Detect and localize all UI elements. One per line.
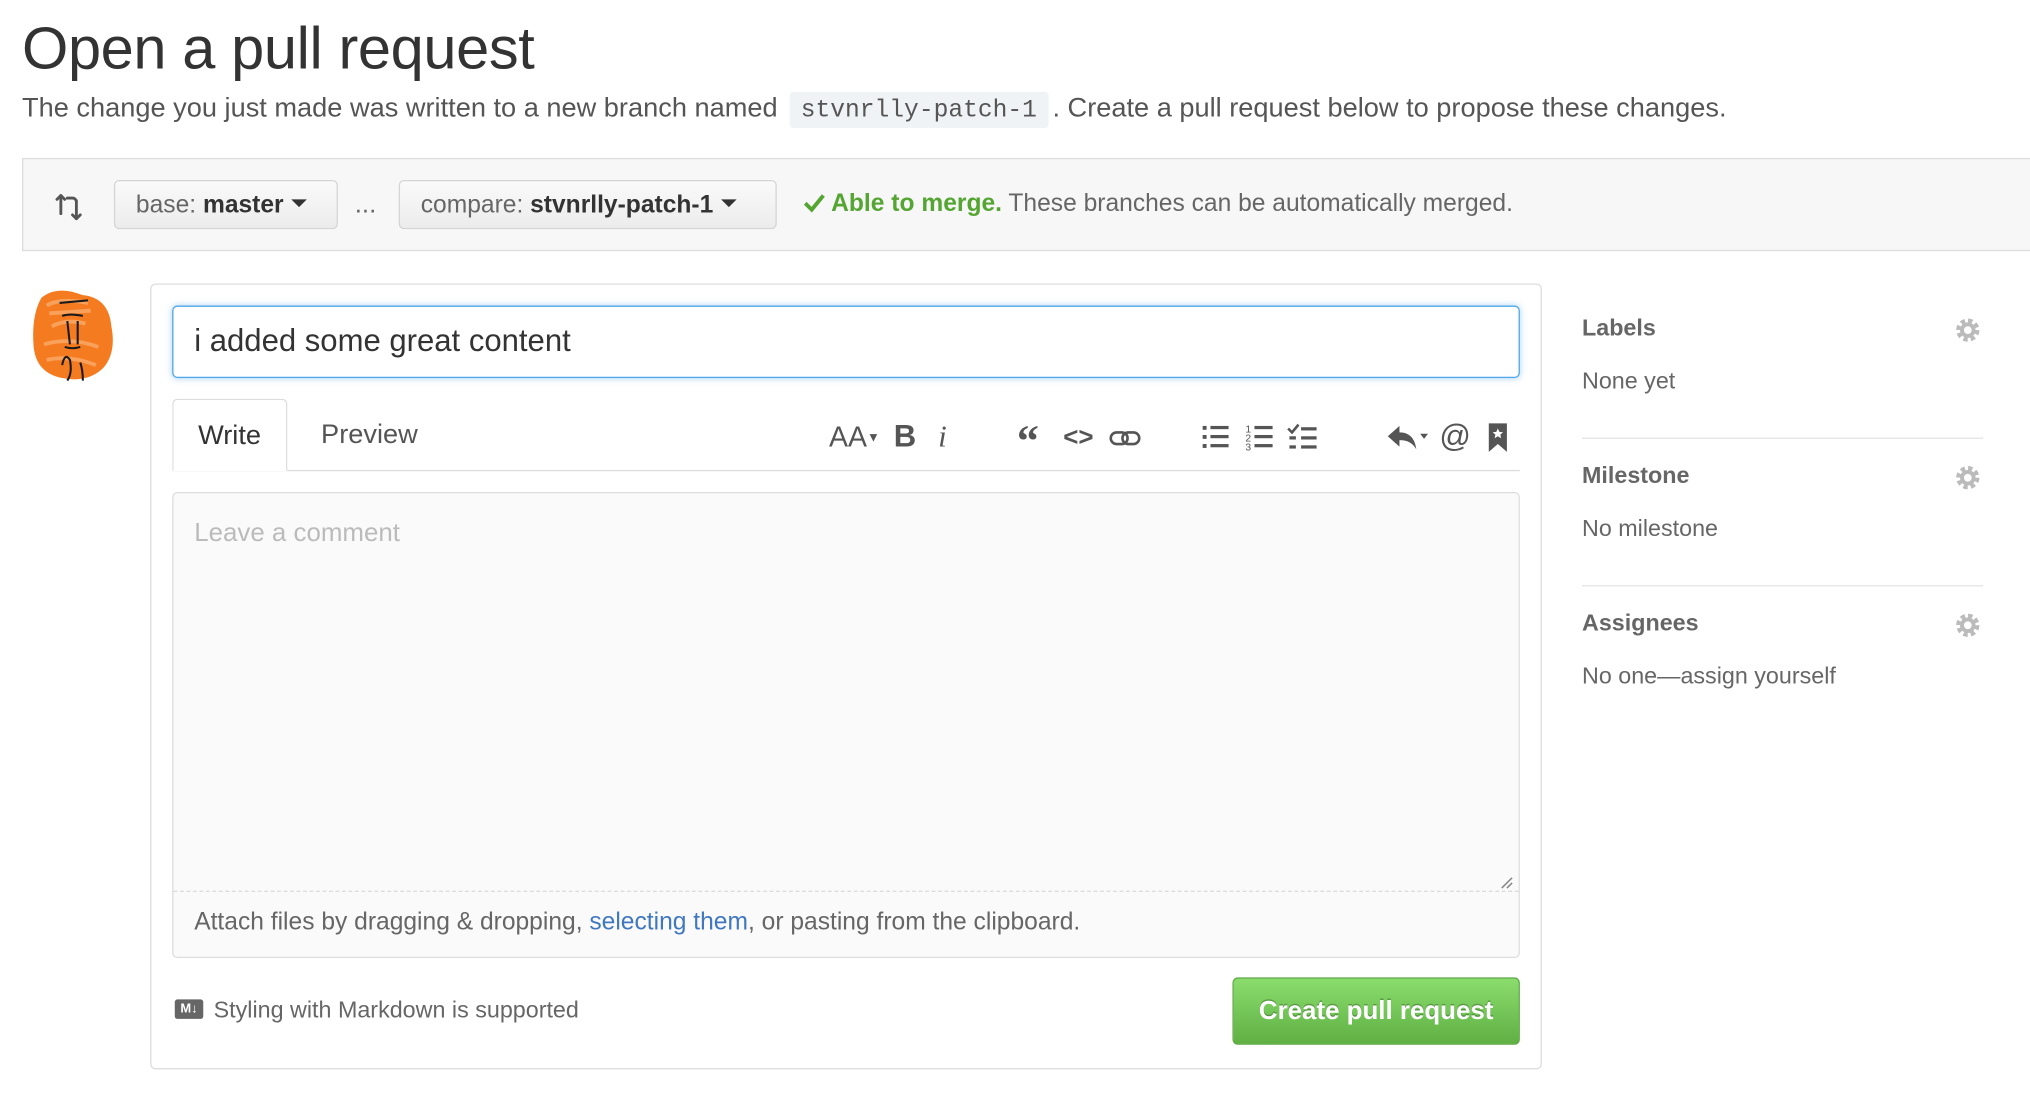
ordered-list-icon[interactable]: 123 <box>1244 419 1278 455</box>
create-pull-request-button[interactable]: Create pull request <box>1232 977 1520 1045</box>
file-drop-zone[interactable]: Attach files by dragging & dropping, sel… <box>173 890 1519 957</box>
code-icon[interactable]: <> <box>1060 419 1096 455</box>
attach-text: Attach files by dragging & dropping, <box>194 908 590 936</box>
range-editor: base: master ... compare: stvnrlly-patch… <box>22 157 2030 252</box>
markdown-icon: M↓ <box>174 999 204 1020</box>
bookmark-icon[interactable] <box>1485 419 1511 455</box>
sidebar-value: None yet <box>1582 367 1676 394</box>
pull-request-form: Write Preview AA▼ B i “ <> 123 @ Attach … <box>150 283 1542 1070</box>
gear-icon[interactable] <box>1952 315 1983 346</box>
sidebar-heading[interactable]: Milestone <box>1582 462 1689 489</box>
sidebar-heading[interactable]: Labels <box>1582 315 1656 342</box>
link-icon[interactable] <box>1107 419 1143 455</box>
reply-icon[interactable] <box>1384 419 1431 455</box>
page-subtitle: The change you just made was written to … <box>22 91 1727 129</box>
base-value: master <box>202 191 284 219</box>
compare-value: stvnrlly-patch-1 <box>530 191 714 219</box>
sidebar-milestone: Milestone No milestone <box>1582 439 1984 587</box>
discussion-sidebar: Labels None yet Milestone No milestone A… <box>1582 291 1984 732</box>
git-compare-icon <box>55 194 82 221</box>
sidebar-heading[interactable]: Assignees <box>1582 610 1699 637</box>
compare-label: compare: <box>420 191 524 219</box>
caret-down-icon <box>291 199 307 208</box>
mention-icon[interactable]: @ <box>1438 419 1472 455</box>
unordered-list-icon[interactable] <box>1200 419 1234 455</box>
avatar[interactable] <box>31 287 116 383</box>
caret-down-icon <box>721 199 737 208</box>
markdown-note[interactable]: M↓ Styling with Markdown is supported <box>174 996 579 1024</box>
text-size-icon[interactable]: AA▼ <box>827 419 881 455</box>
gear-icon[interactable] <box>1952 610 1983 641</box>
resize-handle-icon[interactable] <box>1498 874 1514 890</box>
page-title: Open a pull request <box>22 14 535 82</box>
pr-title-input[interactable] <box>172 305 1520 379</box>
tab-write[interactable]: Write <box>172 398 287 472</box>
sidebar-value[interactable]: No one—assign yourself <box>1582 663 1836 690</box>
sidebar-value: No milestone <box>1582 515 1718 542</box>
merge-status-detail: These branches can be automatically merg… <box>1008 190 1513 218</box>
markdown-note-text: Styling with Markdown is supported <box>213 996 579 1023</box>
range-separator: ... <box>354 190 377 219</box>
check-icon <box>803 194 825 213</box>
base-label: base: <box>135 191 197 219</box>
bold-icon[interactable]: B <box>889 419 920 455</box>
subtitle-text-after: . Create a pull request below to propose… <box>1052 93 1727 123</box>
sidebar-labels: Labels None yet <box>1582 291 1984 439</box>
italic-icon[interactable]: i <box>928 419 956 455</box>
gear-icon[interactable] <box>1952 462 1983 493</box>
attach-text-after: , or pasting from the clipboard. <box>747 908 1081 936</box>
merge-status: Able to merge. These branches can be aut… <box>803 190 1513 218</box>
svg-text:3: 3 <box>1245 443 1251 454</box>
select-files-link[interactable]: selecting them <box>589 909 748 936</box>
quote-icon[interactable]: “ <box>1011 419 1045 466</box>
branch-name: stvnrlly-patch-1 <box>789 91 1049 129</box>
task-list-icon[interactable] <box>1286 419 1322 455</box>
compare-branch-select[interactable]: compare: stvnrlly-patch-1 <box>398 179 777 230</box>
comment-textarea[interactable] <box>173 493 1519 891</box>
comment-area: Attach files by dragging & dropping, sel… <box>172 491 1520 959</box>
tab-preview[interactable]: Preview <box>296 399 442 471</box>
subtitle-text: The change you just made was written to … <box>22 93 778 123</box>
page: Open a pull request The change you just … <box>0 0 2030 1098</box>
merge-status-label: Able to merge. <box>831 190 1003 218</box>
base-branch-select[interactable]: base: master <box>113 179 338 230</box>
sidebar-assignees: Assignees No one—assign yourself <box>1582 586 1983 732</box>
